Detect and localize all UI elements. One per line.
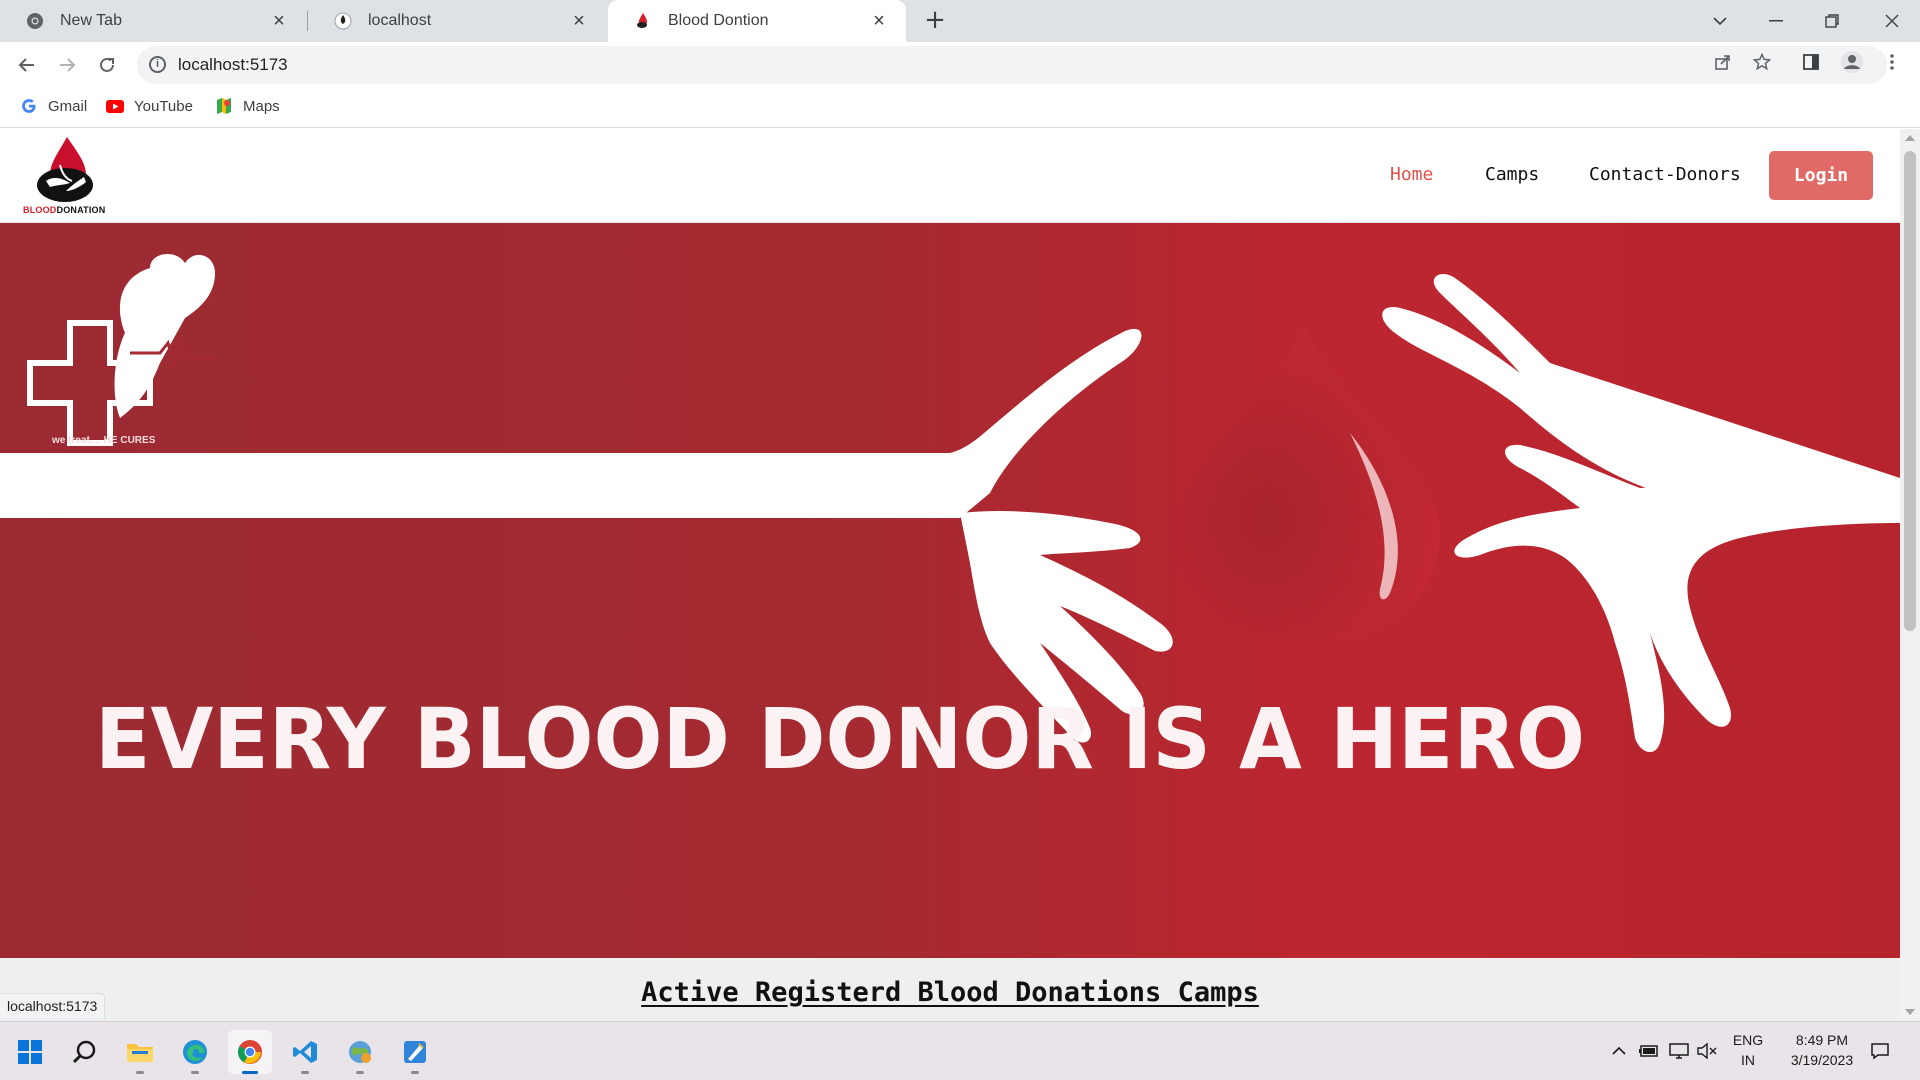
login-button[interactable]: Login: [1769, 151, 1873, 200]
page-scrollbar[interactable]: [1900, 129, 1920, 1021]
profile-avatar-icon[interactable]: [1838, 48, 1866, 76]
clock-date: 3/19/2023: [1790, 1052, 1854, 1068]
close-icon[interactable]: ×: [568, 10, 590, 32]
blood-donation-logo[interactable]: BLOODDONATION: [20, 135, 110, 217]
back-arrow-icon[interactable]: [12, 50, 42, 80]
close-icon[interactable]: ×: [868, 10, 890, 32]
running-indicator: [136, 1071, 144, 1074]
paint-icon[interactable]: [393, 1030, 437, 1074]
bookmark-gmail[interactable]: Gmail: [20, 97, 87, 115]
browser-tab-strip: New Tab × localhost × Blood Dontion × +: [0, 0, 1920, 42]
page-viewport: BLOODDONATION Home Camps Contact-Donors …: [0, 129, 1900, 1021]
input-language[interactable]: ENG IN: [1728, 1032, 1768, 1068]
tab-title: localhost: [368, 12, 432, 29]
notification-icon[interactable]: [1869, 1040, 1891, 1062]
tab-blood-dontion[interactable]: Blood Dontion ×: [608, 0, 906, 42]
blood-drop-favicon-icon: [634, 12, 652, 30]
network-icon[interactable]: [1668, 1040, 1690, 1062]
tab-title: Blood Dontion: [668, 12, 769, 29]
bookmark-label: Maps: [243, 97, 280, 115]
hero-headline: EVERY BLOOD DONOR IS A HERO: [95, 690, 1585, 788]
reload-icon[interactable]: [92, 50, 122, 80]
address-bar[interactable]: i localhost:5173: [137, 46, 1887, 84]
tab-search-chevron-icon[interactable]: [1692, 0, 1748, 42]
tab-new-tab[interactable]: New Tab ×: [0, 0, 306, 42]
tab-title: New Tab: [60, 12, 122, 29]
volume-muted-icon[interactable]: [1696, 1040, 1718, 1062]
file-explorer-icon[interactable]: [118, 1030, 162, 1074]
scrollbar-thumb[interactable]: [1904, 151, 1916, 631]
running-indicator: [411, 1071, 419, 1074]
chevron-up-icon[interactable]: [1608, 1040, 1630, 1062]
running-indicator: [191, 1071, 199, 1074]
hero-illustration: we treat.... HE CURES EVERY BLOOD DONOR …: [0, 223, 1900, 958]
bookmark-label: YouTube: [134, 97, 193, 115]
running-indicator: [356, 1071, 364, 1074]
camps-section-title: Active Registerd Blood Donations Camps: [641, 977, 1259, 1008]
scroll-up-arrow-icon[interactable]: [1905, 135, 1915, 141]
nav-home-link[interactable]: Home: [1390, 164, 1433, 185]
site-navbar: BLOODDONATION Home Camps Contact-Donors …: [0, 129, 1900, 223]
blood-drop-hands-logo-icon: [37, 137, 93, 202]
edge-icon[interactable]: [173, 1030, 217, 1074]
chrome-taskbar-icon[interactable]: [228, 1030, 272, 1074]
bookmark-star-icon[interactable]: [1748, 48, 1776, 76]
bookmark-maps[interactable]: Maps: [215, 97, 280, 115]
google-icon: [20, 97, 38, 115]
network-app-icon[interactable]: [338, 1030, 382, 1074]
hero-tagline: we treat.... HE CURES: [51, 435, 156, 446]
nav-camps-link[interactable]: Camps: [1485, 164, 1539, 185]
side-panel-icon[interactable]: [1797, 48, 1825, 76]
search-icon[interactable]: [63, 1030, 107, 1074]
youtube-icon: [106, 97, 124, 115]
link-status-bubble: localhost:5173: [0, 993, 106, 1018]
windows-taskbar: ENG IN 8:49 PM 3/19/2023: [0, 1021, 1920, 1080]
tab-localhost[interactable]: localhost ×: [308, 0, 606, 42]
forward-arrow-icon[interactable]: [52, 50, 82, 80]
share-icon[interactable]: [1709, 48, 1737, 76]
maps-icon: [215, 97, 233, 115]
hero-banner: we treat.... HE CURES EVERY BLOOD DONOR …: [0, 223, 1900, 958]
bookmark-youtube[interactable]: YouTube: [106, 97, 193, 115]
browser-toolbar: i localhost:5173: [0, 42, 1920, 88]
bookmark-label: Gmail: [48, 97, 88, 115]
battery-icon[interactable]: [1638, 1040, 1660, 1062]
bookmarks-bar: Gmail YouTube Maps: [0, 88, 1920, 128]
vscode-icon[interactable]: [283, 1030, 327, 1074]
favicon-icon: [334, 12, 352, 30]
site-info-icon[interactable]: i: [149, 56, 166, 73]
logo-text: BLOODDONATION: [23, 205, 106, 215]
clock-time: 8:49 PM: [1795, 1032, 1849, 1048]
url-text[interactable]: localhost:5173: [178, 55, 288, 75]
new-tab-button[interactable]: +: [921, 5, 949, 35]
minimize-button[interactable]: [1748, 0, 1804, 42]
nav-contact-donors-link[interactable]: Contact-Donors: [1589, 164, 1741, 185]
clock[interactable]: 8:49 PM 3/19/2023: [1770, 1032, 1874, 1068]
scroll-down-arrow-icon[interactable]: [1905, 1009, 1915, 1015]
restore-button[interactable]: [1804, 0, 1860, 42]
chrome-icon: [26, 12, 44, 30]
start-icon[interactable]: [8, 1030, 52, 1074]
close-window-button[interactable]: [1864, 0, 1920, 42]
active-indicator: [242, 1071, 258, 1074]
running-indicator: [301, 1071, 309, 1074]
chrome-menu-icon[interactable]: [1878, 48, 1906, 76]
close-icon[interactable]: ×: [268, 10, 290, 32]
